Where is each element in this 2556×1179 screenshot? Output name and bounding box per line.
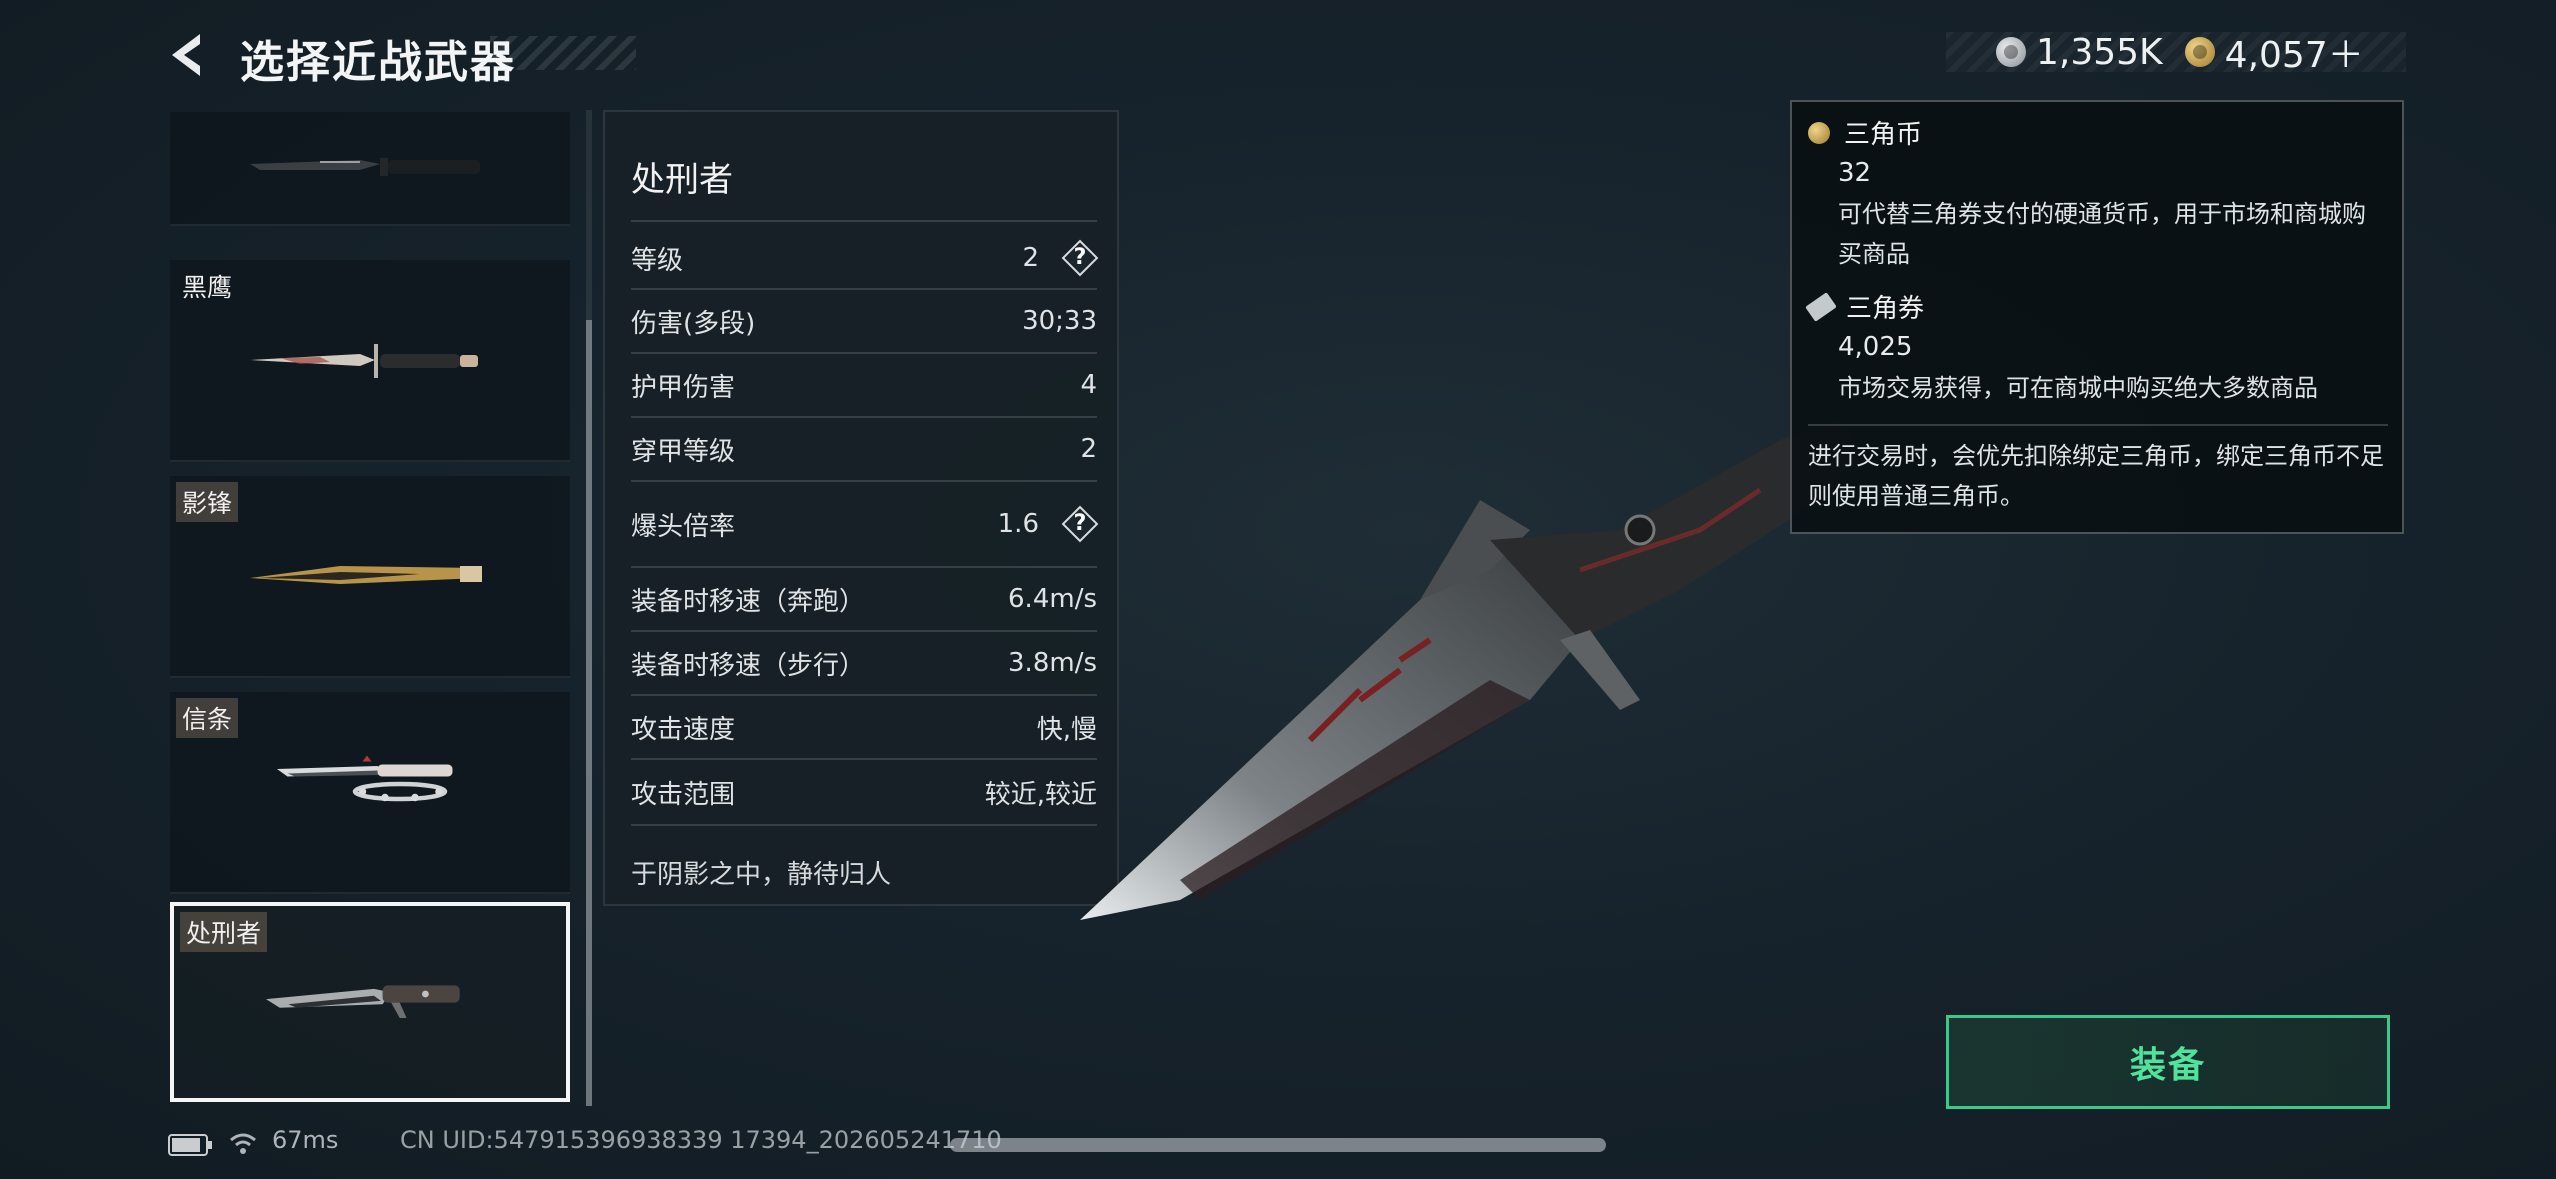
stat-label: 穿甲等级 bbox=[631, 436, 736, 467]
divider bbox=[631, 824, 1097, 826]
weapon-name: 黑鹰 bbox=[182, 273, 233, 302]
weapon-stats-title: 处刑者 bbox=[631, 160, 733, 200]
user-uid: CN UID:547915396938339 17394_20260524171… bbox=[400, 1126, 1002, 1154]
stat-label: 装备时移速（奔跑） bbox=[631, 586, 866, 617]
triangle-coin-icon bbox=[2184, 37, 2215, 67]
triangle-coin-description: 可代替三角券支付的硬通货币，用于市场和商城购买商品 bbox=[1838, 200, 2366, 268]
divider bbox=[1808, 424, 2388, 426]
stat-value: 2 bbox=[1022, 243, 1039, 273]
stat-label: 攻击速度 bbox=[631, 714, 736, 745]
triangle-ticket-description: 市场交易获得，可在商城中购买绝大多数商品 bbox=[1838, 374, 2318, 402]
wifi-icon bbox=[230, 1133, 256, 1154]
silver-currency-value: 1,355K bbox=[2036, 31, 2163, 73]
triangle-coin-amount: 32 bbox=[1838, 158, 1872, 188]
weapon-list-scrollbar-thumb[interactable] bbox=[586, 320, 592, 1106]
currency-bar[interactable]: 1,355K 4,057＋ bbox=[1946, 31, 2406, 76]
ping-value: 67ms bbox=[272, 1126, 339, 1154]
triangle-ticket-title: 三角券 bbox=[1846, 294, 1925, 324]
stat-row-penetration: 穿甲等级 2 bbox=[631, 418, 1097, 480]
currency-tooltip: 三角币 32 可代替三角券支付的硬通货币，用于市场和商城购买商品 三角券 4,0… bbox=[1790, 100, 2404, 534]
stat-label: 攻击范围 bbox=[631, 779, 736, 810]
stat-label: 装备时移速（步行） bbox=[631, 650, 866, 681]
stat-label: 等级 bbox=[631, 245, 684, 276]
stat-row-attack-range: 攻击范围 较近,较近 bbox=[631, 760, 1097, 824]
stat-value: 30;33 bbox=[1022, 306, 1097, 336]
weapon-card-heiying[interactable]: 黑鹰 bbox=[170, 260, 570, 462]
weapon-name: 信条 bbox=[176, 698, 239, 738]
page-title: 选择近战武器 bbox=[240, 37, 516, 88]
triangle-coin-title: 三角币 bbox=[1844, 120, 1923, 150]
stat-row-walk-speed: 装备时移速（步行） 3.8m/s bbox=[631, 632, 1097, 694]
weapon-list[interactable]: 黑鹰 影锋 信条 处刑者 bbox=[170, 112, 570, 1106]
weapon-thumbnail bbox=[266, 985, 460, 1018]
stat-label: 伤害(多段) bbox=[631, 308, 756, 339]
ticket-icon bbox=[1805, 291, 1837, 322]
weapon-card-combat-knife[interactable] bbox=[170, 112, 570, 226]
weapon-thumbnail bbox=[277, 755, 453, 802]
stat-label: 爆头倍率 bbox=[631, 511, 736, 542]
stat-row-level: 等级 2 ? bbox=[631, 228, 1099, 288]
triangle-coin-icon bbox=[1808, 121, 1830, 144]
help-icon[interactable]: ? bbox=[1061, 239, 1099, 277]
back-arrow-icon bbox=[172, 34, 200, 76]
weapon-thumbnail bbox=[250, 566, 482, 584]
stat-row-attack-speed: 攻击速度 快,慢 bbox=[631, 696, 1097, 758]
weapon-flavor-text: 于阴影之中，静待归人 bbox=[631, 860, 892, 890]
weapon-thumbnail bbox=[250, 344, 478, 378]
triangle-ticket-header: 三角券 bbox=[1805, 288, 1925, 325]
weapon-card-yingfeng[interactable]: 影锋 bbox=[170, 476, 570, 678]
equip-button[interactable]: 装备 bbox=[1946, 1015, 2390, 1109]
silver-coin-icon bbox=[1996, 37, 2026, 67]
stat-row-damage: 伤害(多段) 30;33 bbox=[631, 290, 1097, 352]
weapon-card-chuxingzhe[interactable]: 处刑者 bbox=[170, 902, 570, 1102]
weapon-card-xintiao[interactable]: 信条 bbox=[170, 692, 570, 894]
battery-icon bbox=[168, 1134, 212, 1156]
stat-label: 护甲伤害 bbox=[631, 372, 736, 403]
tooltip-note: 进行交易时，会优先扣除绑定三角币，绑定三角币不足则使用普通三角币。 bbox=[1808, 442, 2384, 510]
divider bbox=[631, 220, 1097, 222]
header-decoration bbox=[490, 36, 636, 70]
equip-button-label: 装备 bbox=[2129, 1045, 2206, 1086]
weapon-thumbnail bbox=[250, 158, 480, 176]
stat-value: 1.6 bbox=[997, 509, 1039, 539]
triangle-currency-value: 4,057＋ bbox=[2224, 35, 2364, 76]
weapon-name: 影锋 bbox=[176, 482, 239, 522]
stat-row-headshot: 爆头倍率 1.6 ? bbox=[631, 482, 1099, 566]
back-button[interactable] bbox=[166, 30, 212, 80]
weapon-stats-panel: 处刑者 等级 2 ? 伤害(多段) 30;33 护甲伤害 4 穿甲等级 2 爆头… bbox=[603, 110, 1119, 906]
stat-row-armor-damage: 护甲伤害 4 bbox=[631, 354, 1097, 416]
stat-row-run-speed: 装备时移速（奔跑） 6.4m/s bbox=[631, 568, 1097, 630]
triangle-ticket-amount: 4,025 bbox=[1838, 332, 1913, 362]
weapon-name: 处刑者 bbox=[180, 912, 268, 952]
triangle-coin-header: 三角币 bbox=[1808, 114, 1922, 151]
home-indicator[interactable] bbox=[950, 1138, 1606, 1152]
